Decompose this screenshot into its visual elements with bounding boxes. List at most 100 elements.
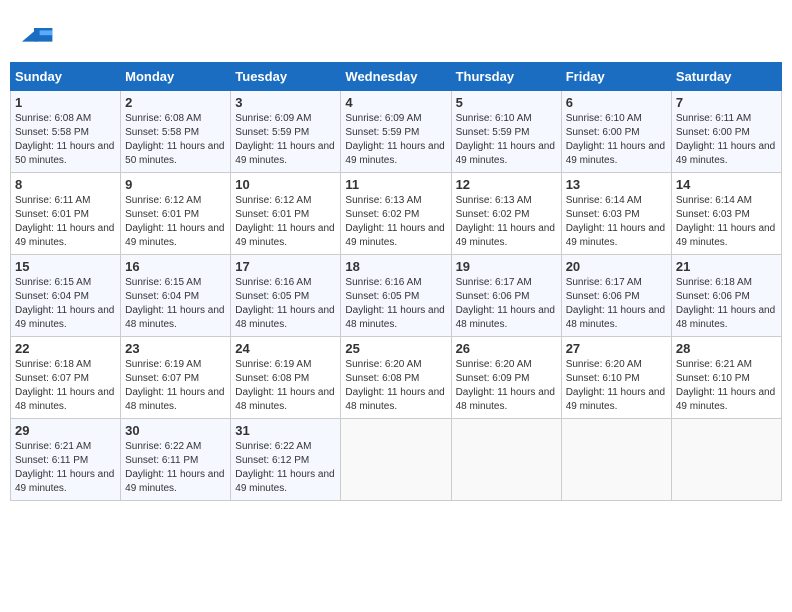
- day-number: 22: [15, 341, 116, 356]
- calendar-week-4: 22 Sunrise: 6:18 AMSunset: 6:07 PMDaylig…: [11, 337, 782, 419]
- day-number: 24: [235, 341, 336, 356]
- calendar-cell: 9 Sunrise: 6:12 AMSunset: 6:01 PMDayligh…: [121, 173, 231, 255]
- day-number: 3: [235, 95, 336, 110]
- day-number: 25: [345, 341, 446, 356]
- calendar-cell: [341, 419, 451, 501]
- day-number: 1: [15, 95, 116, 110]
- calendar-cell: 5 Sunrise: 6:10 AMSunset: 5:59 PMDayligh…: [451, 91, 561, 173]
- day-info: Sunrise: 6:10 AMSunset: 5:59 PMDaylight:…: [456, 113, 555, 166]
- day-info: Sunrise: 6:13 AMSunset: 6:02 PMDaylight:…: [345, 195, 444, 248]
- calendar-cell: 4 Sunrise: 6:09 AMSunset: 5:59 PMDayligh…: [341, 91, 451, 173]
- day-info: Sunrise: 6:19 AMSunset: 6:07 PMDaylight:…: [125, 359, 224, 412]
- calendar-cell: [671, 419, 781, 501]
- logo: [20, 20, 54, 57]
- day-info: Sunrise: 6:08 AMSunset: 5:58 PMDaylight:…: [15, 113, 114, 166]
- weekday-header-wednesday: Wednesday: [341, 63, 451, 91]
- day-info: Sunrise: 6:15 AMSunset: 6:04 PMDaylight:…: [125, 277, 224, 330]
- day-number: 10: [235, 177, 336, 192]
- day-info: Sunrise: 6:17 AMSunset: 6:06 PMDaylight:…: [566, 277, 665, 330]
- calendar-cell: 29 Sunrise: 6:21 AMSunset: 6:11 PMDaylig…: [11, 419, 121, 501]
- day-info: Sunrise: 6:08 AMSunset: 5:58 PMDaylight:…: [125, 113, 224, 166]
- day-info: Sunrise: 6:21 AMSunset: 6:11 PMDaylight:…: [15, 441, 114, 494]
- day-info: Sunrise: 6:18 AMSunset: 6:06 PMDaylight:…: [676, 277, 775, 330]
- day-info: Sunrise: 6:12 AMSunset: 6:01 PMDaylight:…: [125, 195, 224, 248]
- calendar-cell: 8 Sunrise: 6:11 AMSunset: 6:01 PMDayligh…: [11, 173, 121, 255]
- calendar-table: SundayMondayTuesdayWednesdayThursdayFrid…: [10, 62, 782, 501]
- weekday-header-saturday: Saturday: [671, 63, 781, 91]
- day-info: Sunrise: 6:21 AMSunset: 6:10 PMDaylight:…: [676, 359, 775, 412]
- calendar-cell: 10 Sunrise: 6:12 AMSunset: 6:01 PMDaylig…: [231, 173, 341, 255]
- day-number: 23: [125, 341, 226, 356]
- day-info: Sunrise: 6:16 AMSunset: 6:05 PMDaylight:…: [235, 277, 334, 330]
- calendar-cell: 18 Sunrise: 6:16 AMSunset: 6:05 PMDaylig…: [341, 255, 451, 337]
- calendar-cell: 2 Sunrise: 6:08 AMSunset: 5:58 PMDayligh…: [121, 91, 231, 173]
- calendar-cell: 25 Sunrise: 6:20 AMSunset: 6:08 PMDaylig…: [341, 337, 451, 419]
- calendar-cell: 7 Sunrise: 6:11 AMSunset: 6:00 PMDayligh…: [671, 91, 781, 173]
- page-header: [10, 10, 782, 62]
- day-number: 17: [235, 259, 336, 274]
- logo-icon: [22, 20, 54, 52]
- calendar-cell: 3 Sunrise: 6:09 AMSunset: 5:59 PMDayligh…: [231, 91, 341, 173]
- day-number: 26: [456, 341, 557, 356]
- weekday-header-monday: Monday: [121, 63, 231, 91]
- day-number: 28: [676, 341, 777, 356]
- calendar-cell: 19 Sunrise: 6:17 AMSunset: 6:06 PMDaylig…: [451, 255, 561, 337]
- calendar-header-row: SundayMondayTuesdayWednesdayThursdayFrid…: [11, 63, 782, 91]
- calendar-cell: 31 Sunrise: 6:22 AMSunset: 6:12 PMDaylig…: [231, 419, 341, 501]
- day-info: Sunrise: 6:22 AMSunset: 6:11 PMDaylight:…: [125, 441, 224, 494]
- day-number: 18: [345, 259, 446, 274]
- weekday-header-sunday: Sunday: [11, 63, 121, 91]
- day-number: 15: [15, 259, 116, 274]
- calendar-cell: 15 Sunrise: 6:15 AMSunset: 6:04 PMDaylig…: [11, 255, 121, 337]
- day-number: 19: [456, 259, 557, 274]
- calendar-cell: 1 Sunrise: 6:08 AMSunset: 5:58 PMDayligh…: [11, 91, 121, 173]
- day-number: 4: [345, 95, 446, 110]
- day-info: Sunrise: 6:15 AMSunset: 6:04 PMDaylight:…: [15, 277, 114, 330]
- day-number: 5: [456, 95, 557, 110]
- calendar-cell: 6 Sunrise: 6:10 AMSunset: 6:00 PMDayligh…: [561, 91, 671, 173]
- day-info: Sunrise: 6:17 AMSunset: 6:06 PMDaylight:…: [456, 277, 555, 330]
- calendar-cell: 28 Sunrise: 6:21 AMSunset: 6:10 PMDaylig…: [671, 337, 781, 419]
- day-info: Sunrise: 6:12 AMSunset: 6:01 PMDaylight:…: [235, 195, 334, 248]
- calendar-cell: 21 Sunrise: 6:18 AMSunset: 6:06 PMDaylig…: [671, 255, 781, 337]
- day-info: Sunrise: 6:20 AMSunset: 6:10 PMDaylight:…: [566, 359, 665, 412]
- day-info: Sunrise: 6:20 AMSunset: 6:08 PMDaylight:…: [345, 359, 444, 412]
- calendar-cell: 24 Sunrise: 6:19 AMSunset: 6:08 PMDaylig…: [231, 337, 341, 419]
- calendar-cell: [451, 419, 561, 501]
- day-number: 29: [15, 423, 116, 438]
- weekday-header-friday: Friday: [561, 63, 671, 91]
- day-number: 13: [566, 177, 667, 192]
- day-info: Sunrise: 6:11 AMSunset: 6:00 PMDaylight:…: [676, 113, 775, 166]
- day-info: Sunrise: 6:20 AMSunset: 6:09 PMDaylight:…: [456, 359, 555, 412]
- day-number: 2: [125, 95, 226, 110]
- day-info: Sunrise: 6:19 AMSunset: 6:08 PMDaylight:…: [235, 359, 334, 412]
- day-info: Sunrise: 6:11 AMSunset: 6:01 PMDaylight:…: [15, 195, 114, 248]
- weekday-header-thursday: Thursday: [451, 63, 561, 91]
- day-info: Sunrise: 6:18 AMSunset: 6:07 PMDaylight:…: [15, 359, 114, 412]
- day-info: Sunrise: 6:13 AMSunset: 6:02 PMDaylight:…: [456, 195, 555, 248]
- calendar-cell: 13 Sunrise: 6:14 AMSunset: 6:03 PMDaylig…: [561, 173, 671, 255]
- day-number: 8: [15, 177, 116, 192]
- calendar-cell: 12 Sunrise: 6:13 AMSunset: 6:02 PMDaylig…: [451, 173, 561, 255]
- calendar-cell: 16 Sunrise: 6:15 AMSunset: 6:04 PMDaylig…: [121, 255, 231, 337]
- calendar-cell: 30 Sunrise: 6:22 AMSunset: 6:11 PMDaylig…: [121, 419, 231, 501]
- calendar-cell: 11 Sunrise: 6:13 AMSunset: 6:02 PMDaylig…: [341, 173, 451, 255]
- day-info: Sunrise: 6:16 AMSunset: 6:05 PMDaylight:…: [345, 277, 444, 330]
- day-info: Sunrise: 6:14 AMSunset: 6:03 PMDaylight:…: [566, 195, 665, 248]
- day-number: 31: [235, 423, 336, 438]
- calendar-cell: 14 Sunrise: 6:14 AMSunset: 6:03 PMDaylig…: [671, 173, 781, 255]
- calendar-cell: [561, 419, 671, 501]
- day-number: 30: [125, 423, 226, 438]
- day-info: Sunrise: 6:22 AMSunset: 6:12 PMDaylight:…: [235, 441, 334, 494]
- day-number: 21: [676, 259, 777, 274]
- calendar-week-2: 8 Sunrise: 6:11 AMSunset: 6:01 PMDayligh…: [11, 173, 782, 255]
- day-number: 9: [125, 177, 226, 192]
- day-info: Sunrise: 6:14 AMSunset: 6:03 PMDaylight:…: [676, 195, 775, 248]
- day-number: 7: [676, 95, 777, 110]
- calendar-cell: 17 Sunrise: 6:16 AMSunset: 6:05 PMDaylig…: [231, 255, 341, 337]
- calendar-week-5: 29 Sunrise: 6:21 AMSunset: 6:11 PMDaylig…: [11, 419, 782, 501]
- day-number: 20: [566, 259, 667, 274]
- day-info: Sunrise: 6:10 AMSunset: 6:00 PMDaylight:…: [566, 113, 665, 166]
- day-number: 12: [456, 177, 557, 192]
- day-number: 14: [676, 177, 777, 192]
